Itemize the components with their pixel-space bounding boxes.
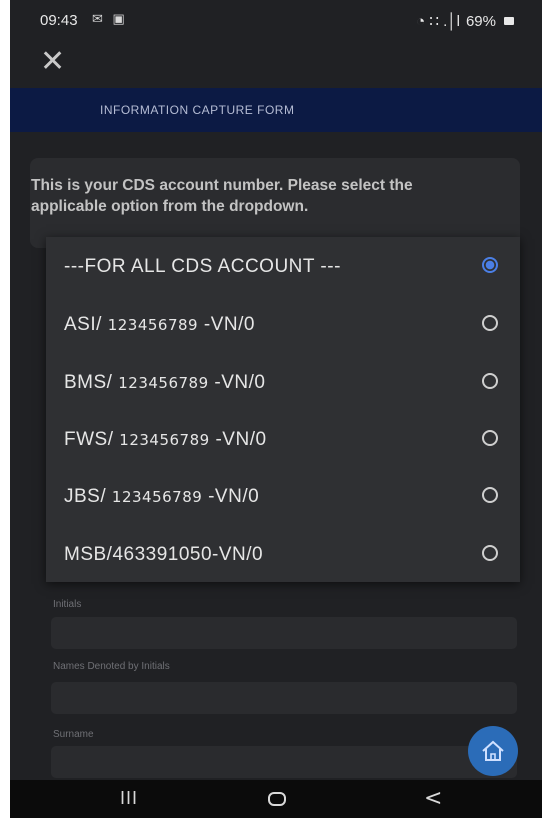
battery-level: 69% xyxy=(465,12,496,30)
status-indicators: ◔ ∷ .│l 69% xyxy=(416,12,514,30)
radio-icon[interactable] xyxy=(482,430,498,446)
option-label: BMS/ 123456789 -VN/0 xyxy=(64,372,266,393)
dropdown-option[interactable]: ASI/ 123456789 -VN/0 xyxy=(46,295,520,352)
notification-icons: ✉ ▣ xyxy=(92,11,128,26)
surname-input[interactable] xyxy=(51,746,517,778)
cds-account-dropdown: ---FOR ALL CDS ACCOUNT --- ASI/ 12345678… xyxy=(46,237,520,582)
dropdown-option[interactable]: FWS/ 123456789 -VN/0 xyxy=(46,410,520,467)
initials-input[interactable] xyxy=(51,617,517,649)
option-label: MSB/463391050-VN/0 xyxy=(64,544,264,565)
radio-icon[interactable] xyxy=(482,315,498,331)
system-nav-bar: III < xyxy=(10,780,542,818)
recent-apps-button[interactable]: III xyxy=(120,788,138,809)
option-label: ASI/ 123456789 -VN/0 xyxy=(64,314,255,335)
dropdown-option[interactable]: BMS/ 123456789 -VN/0 xyxy=(46,353,520,410)
cds-prompt-text: This is your CDS account number. Please … xyxy=(31,177,413,215)
radio-selected-icon[interactable] xyxy=(482,257,498,273)
radio-icon[interactable] xyxy=(482,487,498,503)
names-denoted-input[interactable] xyxy=(51,682,517,714)
option-label: JBS/ 123456789 -VN/0 xyxy=(64,486,260,507)
home-button[interactable] xyxy=(468,726,518,776)
nav-home-button[interactable] xyxy=(268,792,286,806)
battery-icon xyxy=(504,17,514,25)
status-time: 09:43 xyxy=(40,12,78,29)
form-title-banner: INFORMATION CAPTURE FORM xyxy=(10,88,542,132)
names-denoted-label: Names Denoted by Initials xyxy=(53,661,170,672)
signal-icon: ◔ ∷ .│l xyxy=(416,13,460,30)
dropdown-option[interactable]: JBS/ 123456789 -VN/0 xyxy=(46,467,520,524)
dropdown-option[interactable]: ---FOR ALL CDS ACCOUNT --- xyxy=(46,237,520,294)
phone-screen: 09:43 ✉ ▣ ◔ ∷ .│l 69% ✕ INFORMATION CAPT… xyxy=(10,0,542,818)
radio-icon[interactable] xyxy=(482,545,498,561)
back-button[interactable]: < xyxy=(424,786,442,811)
option-label: ---FOR ALL CDS ACCOUNT --- xyxy=(64,256,341,277)
radio-icon[interactable] xyxy=(482,373,498,389)
status-bar: 09:43 ✉ ▣ ◔ ∷ .│l 69% xyxy=(10,0,542,36)
form-title: INFORMATION CAPTURE FORM xyxy=(100,103,295,117)
surname-label: Surname xyxy=(53,729,94,740)
close-icon[interactable]: ✕ xyxy=(40,47,68,77)
home-icon xyxy=(482,740,504,761)
dropdown-option[interactable]: MSB/463391050-VN/0 xyxy=(46,525,520,582)
option-label: FWS/ 123456789 -VN/0 xyxy=(64,429,267,450)
initials-label: Initials xyxy=(53,599,82,610)
